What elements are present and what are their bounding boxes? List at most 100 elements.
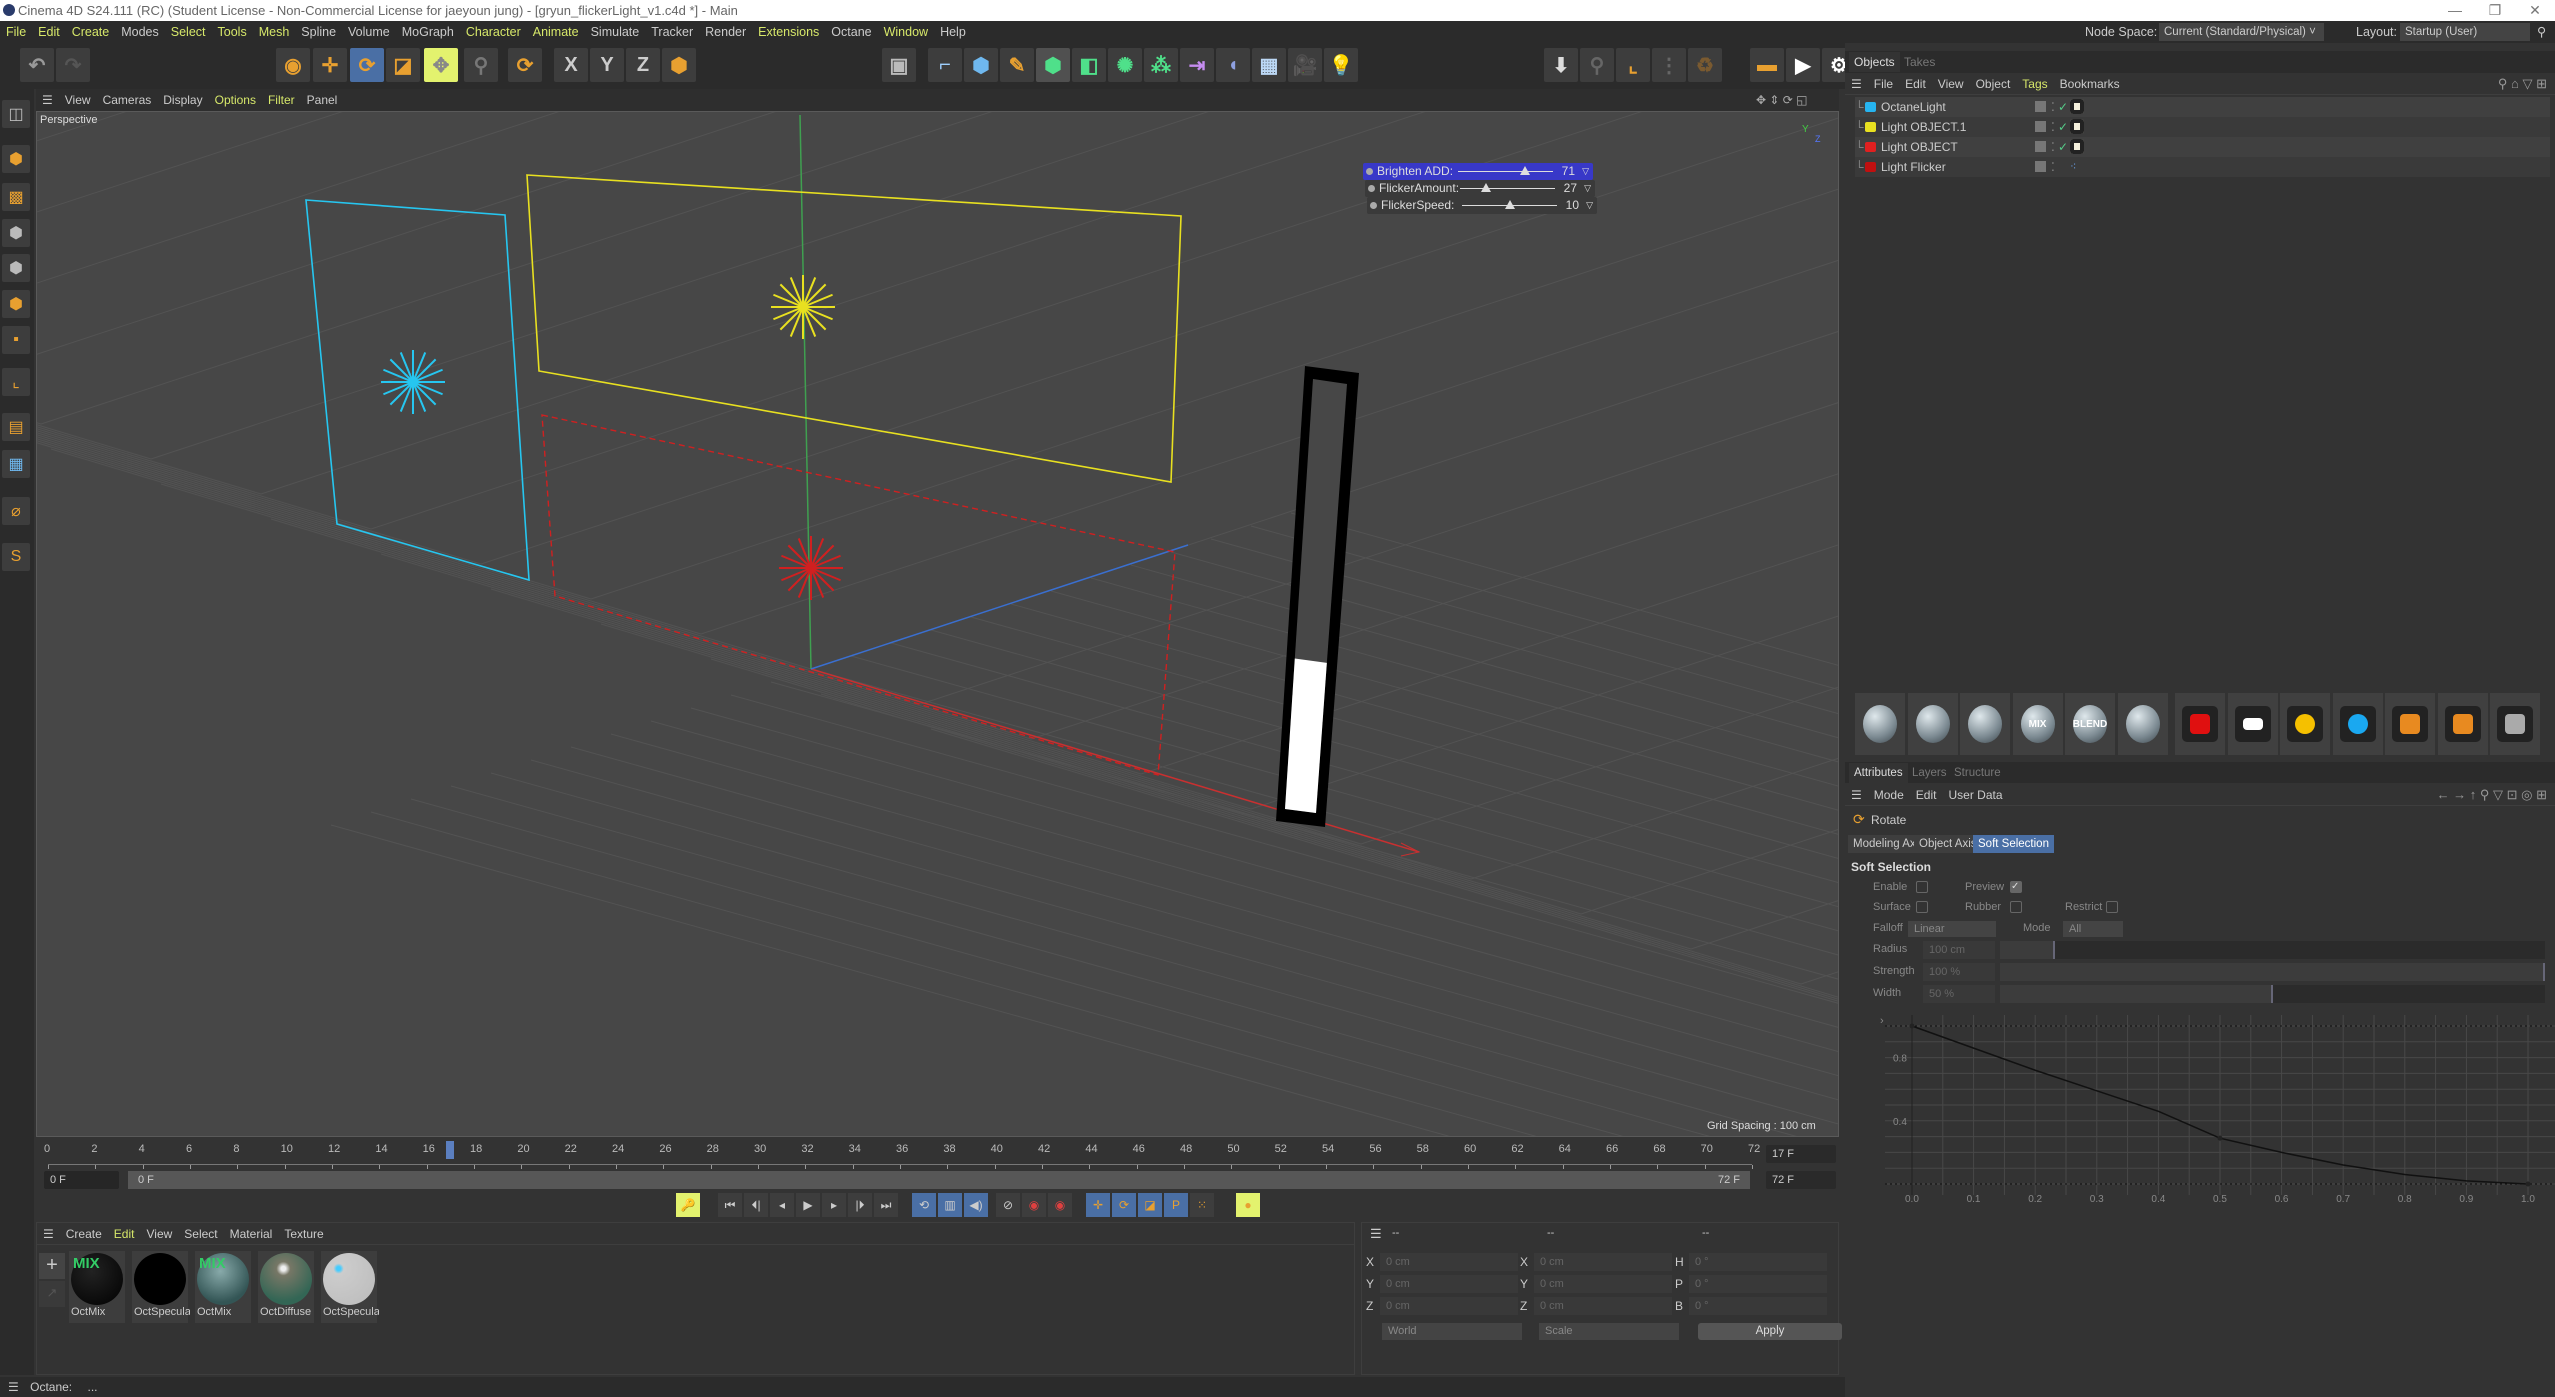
apply-material-button[interactable]: ↗ bbox=[39, 1281, 65, 1307]
menu-create[interactable]: Create bbox=[66, 21, 116, 43]
polygons-mode-button[interactable]: ⬢ bbox=[2, 290, 30, 318]
y-axis-lock-button[interactable]: Y bbox=[590, 48, 624, 82]
material-item[interactable]: MIX OctMix bbox=[195, 1251, 251, 1323]
coord-field[interactable]: 0 cm bbox=[1380, 1297, 1518, 1315]
recent-tool-button[interactable]: ⚲ bbox=[464, 48, 498, 82]
undo-button[interactable]: ↶ bbox=[20, 48, 54, 82]
material-item[interactable]: MIX OctMix bbox=[69, 1251, 125, 1323]
octane-light-tag-icon[interactable] bbox=[2070, 119, 2084, 134]
range-slider[interactable]: 0 F 72 F bbox=[128, 1171, 1750, 1189]
status-menu-icon[interactable]: ☰ bbox=[0, 1380, 27, 1394]
model-mode-button[interactable]: ⬢ bbox=[2, 145, 30, 173]
objects-menu-tags[interactable]: Tags bbox=[2016, 73, 2053, 95]
current-frame-marker[interactable] bbox=[446, 1141, 455, 1159]
recycle-button[interactable]: ♻ bbox=[1688, 48, 1722, 82]
menu-tools[interactable]: Tools bbox=[212, 21, 253, 43]
edges-mode-button[interactable]: ⬢ bbox=[2, 254, 30, 282]
menu-simulate[interactable]: Simulate bbox=[585, 21, 646, 43]
coord-field[interactable]: 0 cm bbox=[1534, 1275, 1672, 1293]
magnet-button[interactable]: ⌀ bbox=[2, 497, 30, 525]
viewport-menu-cameras[interactable]: Cameras bbox=[97, 89, 158, 111]
play-button[interactable]: ▶ bbox=[796, 1193, 820, 1217]
visibility-dots-icon[interactable]: ⁚ bbox=[2051, 97, 2055, 117]
menu-animate[interactable]: Animate bbox=[527, 21, 585, 43]
prev-key-button[interactable]: ⏴| bbox=[744, 1193, 768, 1217]
make-editable-button[interactable]: ◫ bbox=[2, 100, 30, 128]
strength-field[interactable]: 100 % bbox=[1923, 963, 1995, 981]
mix-material-button[interactable]: MIX bbox=[2012, 693, 2063, 755]
texture-mode-button[interactable]: ▩ bbox=[2, 183, 30, 211]
subtab-object-axis[interactable]: Object Axis bbox=[1914, 835, 1982, 853]
goto-end-button[interactable]: ⏭ bbox=[874, 1193, 898, 1217]
enable-checkbox[interactable] bbox=[1916, 881, 1928, 893]
tweak-button[interactable]: ▤ bbox=[2, 413, 30, 441]
vdb-volume-2-button[interactable] bbox=[2437, 693, 2488, 755]
minimize-button[interactable]: — bbox=[2435, 0, 2475, 21]
end-frame-field[interactable]: 72 F bbox=[1766, 1171, 1836, 1189]
surface-checkbox[interactable] bbox=[1916, 901, 1928, 913]
layout-dropdown[interactable]: Startup (User) bbox=[2400, 23, 2530, 41]
axis-mode-button[interactable]: ⌞ bbox=[2, 368, 30, 396]
coordinate-system-button[interactable]: ⬢ bbox=[662, 48, 696, 82]
key-pla-button[interactable]: ⁙ bbox=[1190, 1193, 1214, 1217]
material-item[interactable]: OctSpecula bbox=[321, 1251, 379, 1323]
uv-mode-button[interactable]: ▪ bbox=[2, 326, 30, 354]
width-field[interactable]: 50 % bbox=[1923, 985, 1995, 1003]
preview-checkbox[interactable]: ✓ bbox=[2010, 881, 2022, 893]
snap-workplane-button[interactable]: ▦ bbox=[2, 450, 30, 478]
goto-start-button[interactable]: ⏮ bbox=[718, 1193, 742, 1217]
x-axis-lock-button[interactable]: X bbox=[554, 48, 588, 82]
coord-field[interactable]: 0 cm bbox=[1380, 1253, 1518, 1271]
move-button[interactable]: ✛ bbox=[313, 48, 347, 82]
visibility-dots-icon[interactable]: ⁚ bbox=[2051, 137, 2055, 157]
object-row[interactable]: └ Light Flicker ⁚ ⁖ bbox=[1855, 157, 2550, 177]
menu-spline[interactable]: Spline bbox=[295, 21, 342, 43]
daylight-button[interactable] bbox=[2280, 693, 2330, 755]
coord-field[interactable]: 0 cm bbox=[1380, 1275, 1518, 1293]
key-position-button[interactable]: ✛ bbox=[1086, 1193, 1110, 1217]
menu-render[interactable]: Render bbox=[699, 21, 752, 43]
material-menu-material[interactable]: Material bbox=[224, 1223, 279, 1245]
falloff-curve-graph[interactable]: › 0.0 0.1 0.2 0.3 0.4 0.5 0.6 0.7 0.8 0.9 1.0 0.4 0.8 bbox=[1845, 1005, 2555, 1210]
visibility-dots-icon[interactable]: ⁚ bbox=[2051, 117, 2055, 137]
solo-button[interactable]: S bbox=[2, 543, 30, 571]
keyframe-record-button[interactable]: 🔑 bbox=[676, 1193, 700, 1217]
vdb-volume-button[interactable] bbox=[2385, 693, 2435, 755]
pen-button[interactable]: ✎ bbox=[1000, 48, 1034, 82]
object-row[interactable]: └ Light OBJECT ⁚ ✓ bbox=[1855, 137, 2550, 157]
material-menu-icon[interactable]: ☰ bbox=[37, 1223, 60, 1245]
specular-material-button[interactable] bbox=[1960, 693, 2010, 755]
key-param-button[interactable]: P bbox=[1164, 1193, 1188, 1217]
diffuse-material-button[interactable] bbox=[1855, 693, 1905, 755]
timeline[interactable]: 0 2 4 6 8 10 12 14 16 18 20 22 24 26 28 30 32 34 36 38 40 42 4… bbox=[36, 1137, 1839, 1189]
viewport-menu-icon[interactable]: ☰ bbox=[36, 89, 59, 111]
camera-button[interactable]: 🎥 bbox=[1288, 48, 1322, 82]
hud-slider-flickeramount[interactable]: FlickerAmount: 27 ▽ bbox=[1365, 180, 1595, 197]
render-region-button[interactable]: ▬ bbox=[1750, 48, 1784, 82]
coord-field[interactable]: 0 ° bbox=[1689, 1275, 1827, 1293]
visibility-dots-icon[interactable]: ⁚ bbox=[2051, 157, 2055, 177]
key-scale-button[interactable]: ◪ bbox=[1138, 1193, 1162, 1217]
xpresso-tag-icon[interactable]: ⁖ bbox=[2070, 157, 2076, 177]
spline-pen-button[interactable]: ⌐ bbox=[928, 48, 962, 82]
menu-select[interactable]: Select bbox=[165, 21, 212, 43]
search-icon[interactable]: ⚲ bbox=[2537, 21, 2546, 43]
menu-mograph[interactable]: MoGraph bbox=[396, 21, 460, 43]
objects-menu-file[interactable]: File bbox=[1868, 73, 1899, 95]
attributes-menu-edit[interactable]: Edit bbox=[1910, 784, 1943, 806]
radius-slider[interactable] bbox=[2000, 941, 2545, 959]
hud-slider-brightenadd[interactable]: Brighten ADD: 71 ▽ bbox=[1363, 163, 1593, 180]
subtab-soft-selection[interactable]: Soft Selection bbox=[1973, 835, 2054, 853]
blend-material-button[interactable]: BLEND bbox=[2065, 693, 2115, 755]
viewport-menu-filter[interactable]: Filter bbox=[262, 89, 301, 111]
z-axis-lock-button[interactable]: Z bbox=[626, 48, 660, 82]
hud-thumb[interactable] bbox=[1504, 200, 1515, 209]
cube-button[interactable]: ⬢ bbox=[964, 48, 998, 82]
next-key-button[interactable]: |⏵ bbox=[848, 1193, 872, 1217]
viewport-menu-options[interactable]: Options bbox=[209, 89, 262, 111]
hud-dropdown-icon[interactable]: ▽ bbox=[1586, 197, 1593, 214]
enabled-check-icon[interactable]: ✓ bbox=[2058, 137, 2068, 157]
film-button[interactable]: ▥ bbox=[938, 1193, 962, 1217]
start-frame-field[interactable]: 0 F bbox=[44, 1171, 119, 1189]
layer-icon[interactable] bbox=[2035, 101, 2046, 112]
